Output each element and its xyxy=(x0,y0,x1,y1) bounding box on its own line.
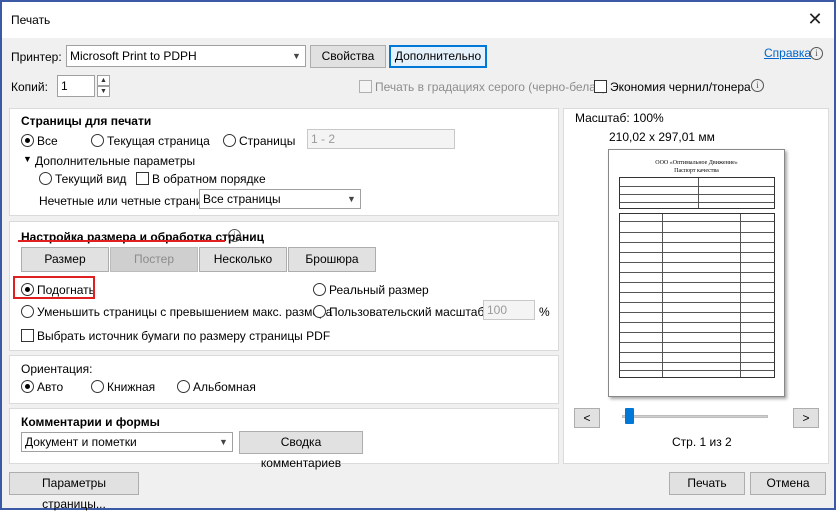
print-button[interactable]: Печать xyxy=(669,472,745,495)
grayscale-checkbox[interactable] xyxy=(359,80,372,93)
grayscale-label: Печать в градациях серого (черно-белая) xyxy=(375,80,607,94)
odd-even-select-value: Все страницы xyxy=(203,192,281,206)
odd-even-select[interactable]: Все страницы ▼ xyxy=(199,189,361,209)
save-ink-checkbox[interactable] xyxy=(594,80,607,93)
properties-button[interactable]: Свойства xyxy=(310,45,386,68)
preview-panel: Масштаб: 100% 210,02 x 297,01 мм ООО «Оп… xyxy=(563,108,829,464)
help-link[interactable]: Справка xyxy=(764,46,811,60)
title-bar: Печать ✕ xyxy=(2,2,834,38)
doc-title: Паспорт качества xyxy=(674,168,719,174)
printer-select[interactable]: Microsoft Print to PDPH ▼ xyxy=(66,45,306,67)
doc-body-table xyxy=(619,213,775,378)
printer-label: Принтер: xyxy=(11,50,62,64)
sizing-info-icon[interactable]: i xyxy=(228,229,241,242)
custom-scale-label: Пользовательский масштаб: xyxy=(329,305,488,319)
orientation-heading: Ориентация: xyxy=(21,362,93,376)
preview-slider-thumb[interactable] xyxy=(625,408,634,424)
actual-size-label: Реальный размер xyxy=(329,283,429,297)
preview-scale: Масштаб: 100% xyxy=(575,111,664,125)
shrink-label: Уменьшить страницы с превышением макс. р… xyxy=(37,305,333,319)
comments-select[interactable]: Документ и пометки ▼ xyxy=(21,432,233,452)
orientation-auto-label: Авто xyxy=(37,380,64,394)
doc-company: ООО «Оптимальное Движение» xyxy=(655,160,738,166)
pages-panel: Страницы для печати Все Текущая страница… xyxy=(9,108,559,216)
percent-label: % xyxy=(539,305,550,319)
doc-header-table xyxy=(619,177,775,209)
custom-scale-input[interactable]: 100 xyxy=(483,300,535,320)
chevron-down-icon: ▼ xyxy=(292,51,301,61)
preview-slider-track[interactable] xyxy=(622,415,768,418)
reverse-order-label: В обратном порядке xyxy=(152,172,266,186)
preview-dimensions: 210,02 x 297,01 мм xyxy=(609,130,715,144)
comments-panel: Комментарии и формы Документ и пометки ▼… xyxy=(9,408,559,470)
comments-select-value: Документ и пометки xyxy=(25,435,137,449)
odd-even-label: Нечетные или четные страницы: xyxy=(39,194,222,208)
pages-current-radio[interactable] xyxy=(91,134,104,147)
expand-caret-icon[interactable]: ▼ xyxy=(23,154,32,164)
tab-size[interactable]: Размер xyxy=(21,247,109,272)
preview-prev-button[interactable]: < xyxy=(574,408,600,428)
shrink-radio[interactable] xyxy=(21,305,34,318)
orientation-auto-radio[interactable] xyxy=(21,380,34,393)
custom-scale-radio[interactable] xyxy=(313,305,326,318)
close-icon[interactable]: ✕ xyxy=(802,7,828,31)
reverse-order-checkbox[interactable] xyxy=(136,172,149,185)
chevron-down-icon: ▼ xyxy=(219,437,228,447)
preview-page-info: Стр. 1 из 2 xyxy=(672,435,732,449)
page-setup-button[interactable]: Параметры страницы... xyxy=(9,472,139,511)
printer-select-value: Microsoft Print to PDPH xyxy=(70,49,197,63)
cancel-button[interactable]: Отмена xyxy=(750,472,826,495)
preview-next-button[interactable]: > xyxy=(793,408,819,428)
actual-size-radio[interactable] xyxy=(313,283,326,296)
help-info-icon[interactable]: i xyxy=(810,47,823,60)
advanced-button[interactable]: Дополнительно xyxy=(389,45,487,68)
pages-range-input[interactable]: 1 - 2 xyxy=(307,129,455,149)
orientation-portrait-label: Книжная xyxy=(107,380,156,394)
orientation-portrait-radio[interactable] xyxy=(91,380,104,393)
heading-underline-annotation xyxy=(18,240,225,242)
orientation-panel: Ориентация: Авто Книжная Альбомная xyxy=(9,355,559,404)
copies-down-icon[interactable]: ▼ xyxy=(97,86,110,97)
current-view-radio[interactable] xyxy=(39,172,52,185)
pages-range-radio[interactable] xyxy=(223,134,236,147)
pages-heading: Страницы для печати xyxy=(21,114,152,128)
window-title: Печать xyxy=(11,13,51,27)
save-ink-info-icon[interactable]: i xyxy=(751,79,764,92)
orientation-landscape-label: Альбомная xyxy=(193,380,256,394)
paper-source-label: Выбрать источник бумаги по размеру стран… xyxy=(37,329,331,343)
orientation-landscape-radio[interactable] xyxy=(177,380,190,393)
save-ink-label: Экономия чернил/тонера xyxy=(610,80,751,94)
copies-input[interactable]: 1 xyxy=(57,75,95,97)
more-options-label[interactable]: Дополнительные параметры xyxy=(35,154,195,168)
comments-summary-button[interactable]: Сводка комментариев xyxy=(239,431,363,470)
paper-source-checkbox[interactable] xyxy=(21,329,34,342)
comments-heading: Комментарии и формы xyxy=(21,415,160,429)
print-dialog: Печать ✕ Принтер: Microsoft Print to PDP… xyxy=(0,0,836,511)
tab-poster[interactable]: Постер xyxy=(110,247,198,272)
pages-range-label: Страницы xyxy=(239,134,296,148)
pages-all-radio[interactable] xyxy=(21,134,34,147)
tab-multiple[interactable]: Несколько xyxy=(199,247,287,272)
pages-current-label: Текущая страница xyxy=(107,134,210,148)
pages-all-label: Все xyxy=(37,134,58,148)
copies-up-icon[interactable]: ▲ xyxy=(97,75,110,86)
chevron-down-icon: ▼ xyxy=(347,194,356,204)
tab-booklet[interactable]: Брошюра xyxy=(288,247,376,272)
preview-page: ООО «Оптимальное Движение» Паспорт качес… xyxy=(608,149,785,397)
copies-label: Копий: xyxy=(11,80,48,94)
current-view-label: Текущий вид xyxy=(55,172,127,186)
fit-highlight-annotation xyxy=(13,276,95,299)
